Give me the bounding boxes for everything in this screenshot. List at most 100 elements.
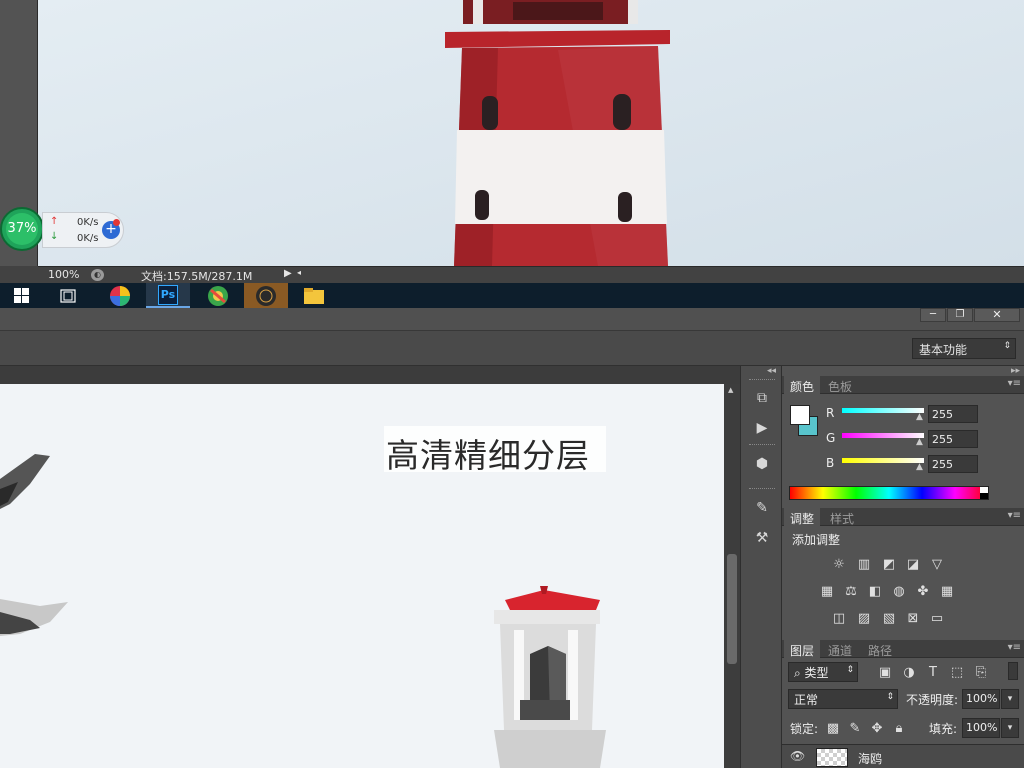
close-button[interactable]: ✕	[974, 308, 1020, 322]
browser-icon[interactable]	[196, 283, 240, 308]
dock-grip[interactable]	[749, 379, 775, 382]
minimize-button[interactable]: ─	[920, 308, 946, 322]
vertical-scrollbar[interactable]: ▲	[724, 384, 740, 768]
visibility-eye-icon[interactable]: 👁︎	[790, 749, 805, 763]
photo-filter-icon[interactable]: ◍	[890, 583, 908, 599]
net-speed-gauge[interactable]: 37%	[0, 206, 44, 252]
levels-icon[interactable]: ▥	[855, 556, 873, 572]
status-left-strip	[0, 266, 38, 283]
filter-shape-icon[interactable]: ⬚	[948, 664, 966, 680]
task-view-icon[interactable]	[46, 283, 90, 308]
filter-adjustment-icon[interactable]: ◑	[900, 664, 918, 680]
lock-image-icon[interactable]: ✎	[846, 720, 864, 736]
windows-start-icon[interactable]	[0, 283, 44, 308]
layer-name[interactable]: 海鸥	[858, 750, 882, 767]
opacity-value[interactable]: 100%	[962, 689, 1000, 709]
lighthouse-canvas[interactable]	[38, 0, 1024, 266]
tab-styles[interactable]: 样式	[824, 508, 860, 526]
document-canvas[interactable]: 高清精细分层	[0, 384, 724, 768]
red-slider[interactable]	[842, 408, 924, 413]
fill-value[interactable]: 100%	[962, 718, 1000, 738]
slider-thumb-icon[interactable]: ▲	[916, 462, 923, 472]
lock-position-icon[interactable]: ✥	[868, 720, 886, 736]
add-adjustment-heading: 添加调整	[792, 533, 841, 547]
color-balance-icon[interactable]: ⚖	[842, 583, 860, 599]
invert-icon[interactable]: ◫	[830, 610, 848, 626]
hue-saturation-icon[interactable]: ▦	[818, 583, 836, 599]
scroll-left-icon[interactable]: ◂	[297, 268, 301, 277]
red-value[interactable]: 255	[928, 405, 978, 423]
slider-thumb-icon[interactable]: ▲	[916, 437, 923, 447]
expand-panels-icon[interactable]: ▸▸	[1011, 366, 1020, 376]
search-icon: ⌕	[794, 666, 805, 680]
panel-menu-icon[interactable]: ▾≡	[1008, 378, 1021, 389]
brush-presets-icon[interactable]: ✎	[751, 498, 773, 518]
tab-adjustments[interactable]: 调整	[784, 508, 821, 526]
panel-menu-icon[interactable]: ▾≡	[1008, 642, 1021, 653]
slider-thumb-icon[interactable]: ▲	[916, 412, 923, 422]
tab-channels[interactable]: 通道	[822, 640, 858, 658]
threshold-icon[interactable]: ▧	[880, 610, 898, 626]
3d-cube-icon[interactable]: ⬢	[751, 454, 773, 474]
panel-dock-icons: ◂◂ ⧉ ▶ ⬢ ✎ ⚒	[740, 366, 782, 768]
scrollbar-thumb[interactable]	[727, 554, 737, 664]
dock-grip[interactable]	[749, 444, 775, 447]
foreground-swatch[interactable]	[790, 405, 810, 425]
adjustments-panel-tabs: 调整 样式 ▾≡	[782, 508, 1024, 526]
tab-layers[interactable]: 图层	[784, 640, 821, 658]
exposure-icon[interactable]: ◪	[904, 556, 922, 572]
green-slider[interactable]	[842, 433, 924, 438]
layer-row[interactable]: 👁︎ 海鸥	[782, 744, 1024, 768]
layer-filter-select[interactable]: ⌕ 类型 ⇕	[788, 662, 858, 682]
filter-pixel-icon[interactable]: ▣	[876, 664, 894, 680]
vibrance-icon[interactable]: ▽	[928, 556, 946, 572]
blend-mode-select[interactable]: 正常 ⇕	[788, 689, 898, 709]
status-info-icon[interactable]: ◐	[91, 269, 104, 281]
selective-color-icon[interactable]: ⊠	[904, 610, 922, 626]
file-explorer-icon[interactable]	[292, 283, 336, 308]
notification-dot	[113, 219, 120, 226]
channel-g-label: G	[826, 431, 836, 445]
color-lookup-icon[interactable]: ▦	[938, 583, 956, 599]
curves-icon[interactable]: ◩	[880, 556, 898, 572]
black-white-icon[interactable]: ◧	[866, 583, 884, 599]
zoom-level[interactable]: 100%	[48, 268, 79, 281]
history-icon[interactable]: ⧉	[751, 388, 773, 408]
canvas-title-text[interactable]: 高清精细分层	[386, 429, 606, 475]
photoshop-taskbar-button[interactable]: Ps	[146, 283, 190, 308]
tab-swatches[interactable]: 色板	[822, 376, 858, 394]
green-value[interactable]: 255	[928, 430, 978, 448]
media-app-icon[interactable]	[244, 283, 288, 308]
tab-paths[interactable]: 路径	[862, 640, 898, 658]
workspace-switcher[interactable]: 基本功能 ⇕	[912, 338, 1016, 359]
panel-menu-icon[interactable]: ▾≡	[1008, 510, 1021, 521]
upload-arrow-icon: ↑	[50, 216, 59, 227]
filter-type-icon[interactable]: T	[924, 664, 942, 680]
posterize-icon[interactable]: ▨	[855, 610, 873, 626]
color-app-icon[interactable]	[98, 283, 142, 308]
blue-value[interactable]: 255	[928, 455, 978, 473]
brightness-icon[interactable]: ☼	[830, 556, 848, 572]
opacity-dropdown-icon[interactable]: ▾	[1001, 689, 1019, 709]
filter-toggle[interactable]	[1008, 662, 1018, 680]
gradient-map-icon[interactable]: ▭	[928, 610, 946, 626]
channel-b-label: B	[826, 456, 835, 470]
restore-button[interactable]: ❐	[947, 308, 973, 322]
color-panel-tabs: 颜色 色板 ▾≡	[782, 376, 1024, 394]
blend-mode-label: 正常	[794, 693, 819, 707]
tab-color[interactable]: 颜色	[784, 376, 821, 394]
dock-grip[interactable]	[749, 488, 775, 491]
filter-smart-object-icon[interactable]: ⎘	[972, 664, 990, 680]
channel-mixer-icon[interactable]: ✤	[914, 583, 932, 599]
status-menu-arrow-icon[interactable]: ▶	[284, 268, 292, 279]
fill-dropdown-icon[interactable]: ▾	[1001, 718, 1019, 738]
scroll-up-icon[interactable]: ▲	[728, 386, 733, 394]
tool-presets-icon[interactable]: ⚒	[751, 528, 773, 548]
lock-transparent-icon[interactable]: ▩	[824, 720, 842, 736]
lock-all-icon[interactable]: 🔒︎	[890, 720, 908, 736]
color-spectrum-bar[interactable]	[789, 486, 989, 500]
black-swatch[interactable]	[980, 493, 988, 499]
collapse-dock-icon[interactable]: ◂◂	[767, 366, 776, 376]
blue-slider[interactable]	[842, 458, 924, 463]
actions-play-icon[interactable]: ▶	[751, 418, 773, 438]
